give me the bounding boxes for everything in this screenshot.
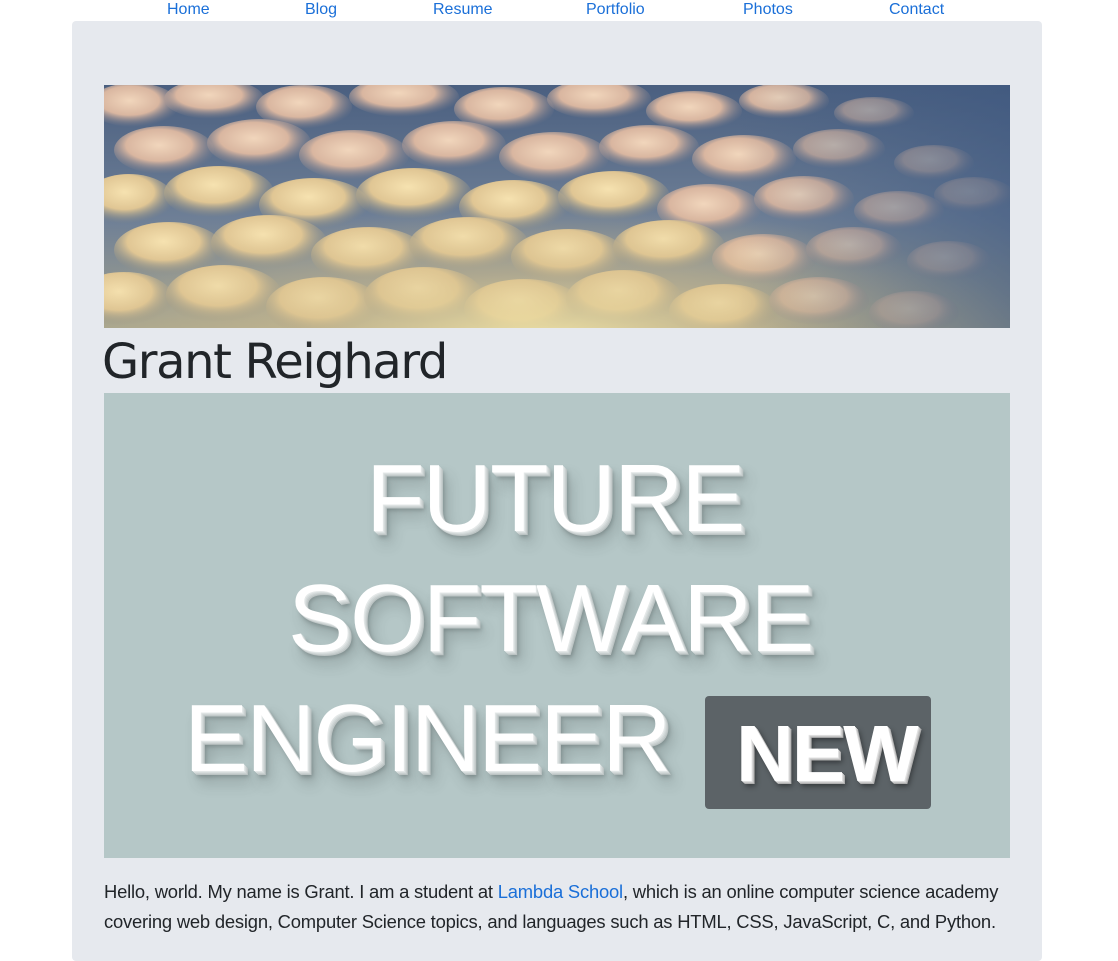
nav-link-portfolio[interactable]: Portfolio	[586, 0, 645, 19]
intro-text-before: Hello, world. My name is Grant. I am a s…	[104, 881, 498, 902]
hero-cloud-image	[104, 85, 1010, 328]
nav-link-photos[interactable]: Photos	[743, 0, 793, 19]
nav-link-contact[interactable]: Contact	[889, 0, 944, 19]
nav-link-home[interactable]: Home	[167, 0, 210, 19]
nav-link-blog[interactable]: Blog	[305, 0, 337, 19]
banner-line-2: SOFTWARE	[288, 565, 814, 672]
nav-link-resume[interactable]: Resume	[433, 0, 493, 19]
banner-line-3: ENGINEER	[184, 685, 671, 792]
top-navigation: Home Blog Resume Portfolio Photos Contac…	[0, 0, 1118, 20]
main-container: Grant Reighard FUTURE SOFTWARE ENGINEER …	[72, 21, 1042, 961]
page-title: Grant Reighard	[102, 334, 448, 390]
new-badge-label: NEW	[736, 709, 919, 798]
banner-line-1: FUTURE	[366, 445, 745, 552]
lambda-school-link[interactable]: Lambda School	[498, 881, 623, 902]
new-badge: NEW	[705, 696, 931, 809]
future-engineer-banner: FUTURE SOFTWARE ENGINEER NEW	[104, 393, 1010, 858]
intro-paragraph: Hello, world. My name is Grant. I am a s…	[104, 877, 1024, 937]
